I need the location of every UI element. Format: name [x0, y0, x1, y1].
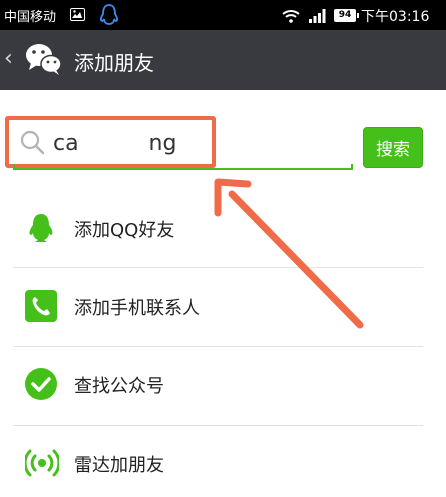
search-button[interactable]: 搜索 — [363, 127, 423, 168]
menu-item-label: 添加手机联系人 — [74, 298, 200, 319]
menu-item-label: 查找公众号 — [74, 376, 164, 397]
menu-item-find-official-accounts[interactable]: 查找公众号 — [0, 346, 446, 426]
back-icon[interactable]: ‹ — [4, 47, 13, 71]
wechat-logo-icon — [24, 41, 62, 81]
battery-icon: 94 — [334, 9, 359, 22]
check-icon — [25, 368, 57, 404]
page-title: 添加朋友 — [74, 51, 154, 75]
qq-icon — [25, 212, 57, 248]
search-input[interactable] — [53, 126, 348, 160]
gallery-icon — [70, 8, 85, 21]
status-time: 下午03:16 — [361, 9, 430, 25]
search-underline — [13, 164, 353, 170]
signal-icon — [308, 8, 326, 27]
phone-icon — [25, 290, 57, 326]
menu-item-label: 添加QQ好友 — [74, 220, 175, 241]
search-icon — [20, 130, 46, 160]
menu-item-add-phone-contacts[interactable]: 添加手机联系人 — [0, 268, 446, 348]
status-bar: 中国移动 94 下午03:16 — [0, 0, 446, 30]
menu-item-label: 雷达加朋友 — [74, 455, 164, 476]
wifi-icon — [282, 8, 300, 27]
search-area: 搜索 — [0, 90, 446, 194]
radar-icon — [23, 447, 61, 483]
title-bar: ‹ 添加朋友 — [0, 30, 446, 90]
qq-status-icon — [99, 3, 119, 31]
menu-item-add-qq-friend[interactable]: 添加QQ好友 — [0, 190, 446, 270]
status-carrier: 中国移动 — [4, 10, 57, 25]
menu-item-radar-add-friends[interactable]: 雷达加朋友 — [0, 425, 446, 497]
